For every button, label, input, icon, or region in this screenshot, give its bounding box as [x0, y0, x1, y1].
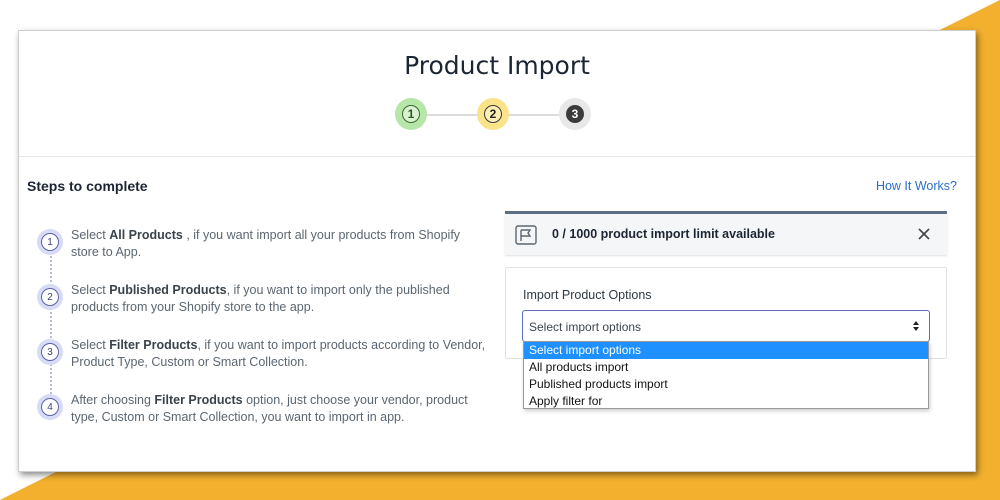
import-limit-text: 0 / 1000 product import limit available: [552, 227, 775, 241]
page-title: Product Import: [404, 51, 590, 80]
how-it-works-link[interactable]: How It Works?: [876, 179, 957, 193]
import-options-select[interactable]: Select import options: [522, 310, 930, 342]
page-header: Product Import 1 2 3: [19, 31, 975, 157]
step-text: Select Published Products, if you want t…: [71, 283, 450, 314]
progress-stepper: 1 2 3: [395, 98, 591, 132]
close-icon[interactable]: [917, 227, 931, 241]
step-text: Select All Products , if you want import…: [71, 228, 461, 259]
step-text: Select Filter Products, if you want to i…: [71, 338, 486, 369]
step-number-badge: 1: [37, 229, 63, 255]
dropdown-option[interactable]: Published products import: [524, 376, 928, 393]
step-text: After choosing Filter Products option, j…: [71, 393, 468, 424]
stepper-step-1[interactable]: 1: [395, 98, 427, 130]
step-number-badge: 2: [37, 284, 63, 310]
select-value: Select import options: [529, 320, 642, 334]
steps-connector-line: [50, 241, 52, 401]
product-import-card: Product Import 1 2 3 Steps to complete H…: [18, 30, 976, 472]
steps-heading: Steps to complete: [27, 178, 148, 194]
stepper-connector: [425, 114, 479, 116]
dropdown-option[interactable]: All products import: [524, 359, 928, 376]
dropdown-option[interactable]: Select import options: [524, 342, 928, 359]
step-number-badge: 4: [37, 394, 63, 420]
dropdown-option[interactable]: Apply filter for: [524, 393, 928, 410]
stepper-step-2[interactable]: 2: [477, 98, 509, 130]
stepper-step-3[interactable]: 3: [559, 98, 591, 130]
flag-icon: [515, 225, 537, 245]
import-options-dropdown: Select import options All products impor…: [523, 341, 929, 409]
import-options-label: Import Product Options: [523, 288, 652, 302]
stepper-connector: [507, 114, 561, 116]
import-limit-banner: 0 / 1000 product import limit available: [505, 211, 947, 255]
step-number-badge: 3: [37, 339, 63, 365]
select-arrows-icon: [913, 321, 919, 331]
